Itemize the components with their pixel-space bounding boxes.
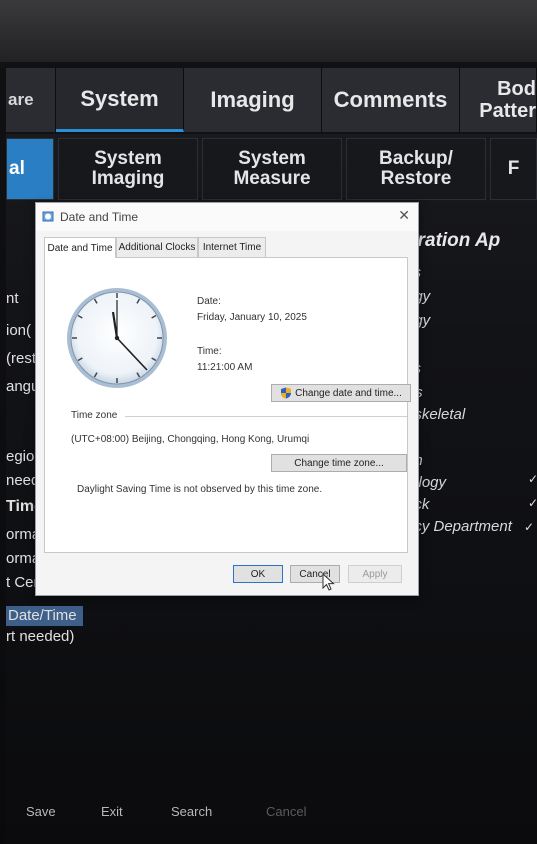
set-date-time-button[interactable]: Date/Time [6,606,83,626]
main-tab-bar: are System Imaging Comments Bod Patter [6,62,537,134]
apply-button[interactable]: Apply [348,565,402,583]
tab-imaging[interactable]: Imaging [184,68,322,132]
button-label: OK [250,568,266,580]
dst-note: Daylight Saving Time is not observed by … [77,484,323,495]
tab-internet-time[interactable]: Internet Time [198,237,266,257]
subtab-label: Measure [233,168,311,189]
tab-label: Comments [333,87,448,112]
list-item: rt needed) [6,628,75,645]
time-zone-value: (UTC+08:00) Beijing, Chongqing, Hong Kon… [71,434,310,445]
subtab-general[interactable]: al [6,138,54,200]
exit-button[interactable]: Exit [101,804,123,819]
date-time-app-icon [42,211,54,222]
tab-system[interactable]: System [56,68,184,132]
ultrasound-screen: are System Imaging Comments Bod Patter a… [6,62,537,844]
list-item[interactable]: ncy Department [406,518,512,535]
time-zone-divider [125,416,407,417]
date-value: Friday, January 10, 2025 [197,312,307,323]
list-item: ion( [6,322,32,339]
list-heading: uration Ap [406,230,501,251]
time-label: Time: [197,346,222,357]
subtab-label: F [507,158,520,179]
bottom-action-bar: Save Exit Search Cancel [6,798,537,828]
monitor-top [0,0,537,62]
dialog-title-bar: Date and Time ✕ [36,203,418,231]
list-item: nt [6,290,19,307]
time-value: 11:21:00 AM [197,362,253,373]
subtab-label: System [94,148,162,169]
tab-comments[interactable]: Comments [322,68,460,132]
subtab-label: System [238,148,306,169]
analog-clock-icon [67,288,167,388]
tab-body-pattern[interactable]: Bod Patter [460,68,537,132]
tab-label: Patter [479,100,536,122]
checkmark-icon: ✓ [528,472,537,486]
dialog-title: Date and Time [60,210,139,224]
checkmark-icon: ✓ [524,520,535,534]
mouse-cursor-icon [322,573,335,591]
date-time-dialog: Date and Time ✕ Date and Time Additional… [35,202,419,596]
subtab-backup-restore[interactable]: Backup/ Restore [346,138,486,200]
ok-button[interactable]: OK [233,565,283,583]
checkmark-icon: ✓ [528,496,537,510]
subtab-more[interactable]: F [490,138,537,200]
subtab-label: Backup/ [379,148,453,169]
tab-label: Bod [497,78,536,100]
close-icon[interactable]: ✕ [398,208,410,224]
tab-label: Imaging [210,87,295,112]
sub-tab-bar: al System Imaging System Measure Backup/… [6,138,537,202]
date-label: Date: [197,296,221,307]
tab-additional-clocks[interactable]: Additional Clocks [116,237,198,257]
tab-label: are [8,90,34,109]
search-button[interactable]: Search [171,804,212,819]
subtab-label: Restore [380,168,452,189]
tab-label: Additional Clocks [118,242,196,253]
subtab-system-imaging[interactable]: System Imaging [58,138,198,200]
button-label: Change time zone... [294,457,384,469]
uac-shield-icon [281,387,292,399]
change-date-time-button[interactable]: Change date and time... [271,384,411,402]
change-time-zone-button[interactable]: Change time zone... [271,454,407,472]
tab-software[interactable]: are [6,68,56,132]
configuration-list-right: uration Ap cs ogy ogy cs rts oskeletal e… [406,202,537,622]
button-label: Change date and time... [295,387,402,399]
subtab-label: al [9,158,25,179]
button-label: Apply [362,568,388,580]
subtab-system-measure[interactable]: System Measure [202,138,342,200]
subtab-label: Imaging [91,168,165,189]
time-zone-label: Time zone [71,410,118,421]
tab-label: Date and Time [47,242,113,254]
cancel-button[interactable]: Cancel [266,804,306,819]
save-button[interactable]: Save [26,804,56,819]
date-time-panel: Date: Friday, January 10, 2025 Time: 11:… [44,257,411,553]
dialog-tab-strip: Date and Time Additional Clocks Internet… [44,237,408,258]
tab-date-and-time[interactable]: Date and Time [44,237,116,258]
tab-label: System [80,85,159,111]
tab-label: Internet Time [202,242,262,253]
list-item: (rest [6,350,36,367]
